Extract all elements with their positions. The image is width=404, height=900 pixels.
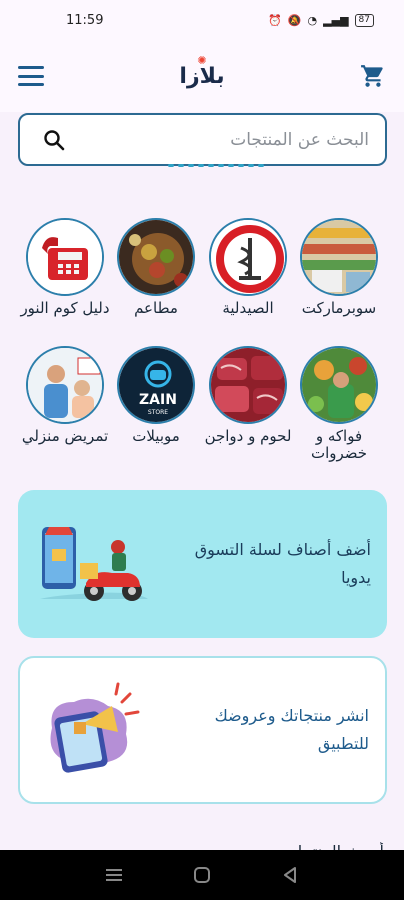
category-label: مطاعم xyxy=(134,299,178,317)
search-input[interactable]: البحث عن المنتجات xyxy=(18,113,387,166)
category-label: لحوم و دواجن xyxy=(204,427,292,445)
category-label: دليل كوم النور xyxy=(20,299,110,317)
megaphone-phone-illustration xyxy=(50,682,140,773)
app-header: ✺ بلازا xyxy=(0,40,404,112)
home-nursing-image xyxy=(26,346,104,424)
fruits-vegetables-image xyxy=(300,346,378,424)
category-label: الصيدلية xyxy=(222,299,274,317)
manual-basket-text: أضف أصناف لسلة التسوق يدويا xyxy=(194,540,371,587)
delivery-scooter-illustration xyxy=(40,527,148,601)
svg-text:STORE: STORE xyxy=(148,409,168,416)
restaurants-image xyxy=(117,218,195,296)
category-fruits-vegetables[interactable]: فواكه و خضروات xyxy=(294,346,384,462)
search-icon[interactable] xyxy=(42,128,66,152)
menu-icon[interactable] xyxy=(18,66,44,86)
svg-text:ZAIN: ZAIN xyxy=(139,392,177,408)
category-supermarket[interactable]: سوبرماركت xyxy=(294,218,384,317)
recents-icon[interactable] xyxy=(104,865,124,885)
home-icon[interactable] xyxy=(192,865,212,885)
zain-store-logo: ZAIN STORE xyxy=(117,346,195,424)
category-label: فواكه و خضروات xyxy=(310,427,368,462)
category-mobiles[interactable]: ZAIN STORE موبيلات xyxy=(111,346,201,445)
status-icons: ⏰ 🔕 ◔ ▂▄▆ 87 xyxy=(268,13,374,27)
battery-icon: 87 xyxy=(354,13,374,27)
directory-phone-image xyxy=(26,218,104,296)
category-label: تمريض منزلي xyxy=(21,427,109,445)
category-pharmacy[interactable]: الصيدلية xyxy=(203,218,293,317)
app-logo: ✺ بلازا xyxy=(179,53,225,89)
pharmacy-image xyxy=(209,218,287,296)
manual-basket-banner[interactable]: أضف أصناف لسلة التسوق يدويا xyxy=(18,490,387,638)
system-nav-bar xyxy=(0,850,404,900)
meat-poultry-image xyxy=(209,346,287,424)
signal-icon: ▂▄▆ xyxy=(323,13,349,27)
category-directory[interactable]: دليل كوم النور xyxy=(20,218,110,317)
publish-products-text: انشر منتجاتك وعروضك للتطبيق xyxy=(214,706,369,753)
mute-icon: 🔕 xyxy=(287,13,302,27)
status-time: 11:59 xyxy=(66,12,104,28)
supermarket-image xyxy=(300,218,378,296)
back-icon[interactable] xyxy=(280,865,300,885)
publish-products-banner[interactable]: انشر منتجاتك وعروضك للتطبيق xyxy=(18,656,387,804)
category-label: موبيلات xyxy=(132,427,180,445)
logo-flame-icon: ✺ xyxy=(197,53,207,67)
status-bar: 11:59 ⏰ 🔕 ◔ ▂▄▆ 87 xyxy=(0,0,404,40)
category-restaurants[interactable]: مطاعم xyxy=(111,218,201,317)
carousel-indicator xyxy=(168,164,264,167)
category-meat-poultry[interactable]: لحوم و دواجن xyxy=(203,346,293,445)
category-home-nursing[interactable]: تمريض منزلي xyxy=(20,346,110,445)
wifi-icon: ◔ xyxy=(307,13,318,27)
alarm-icon: ⏰ xyxy=(268,13,282,27)
search-placeholder: البحث عن المنتجات xyxy=(230,129,369,150)
cart-icon[interactable] xyxy=(360,63,386,89)
category-label: سوبرماركت xyxy=(301,299,377,317)
